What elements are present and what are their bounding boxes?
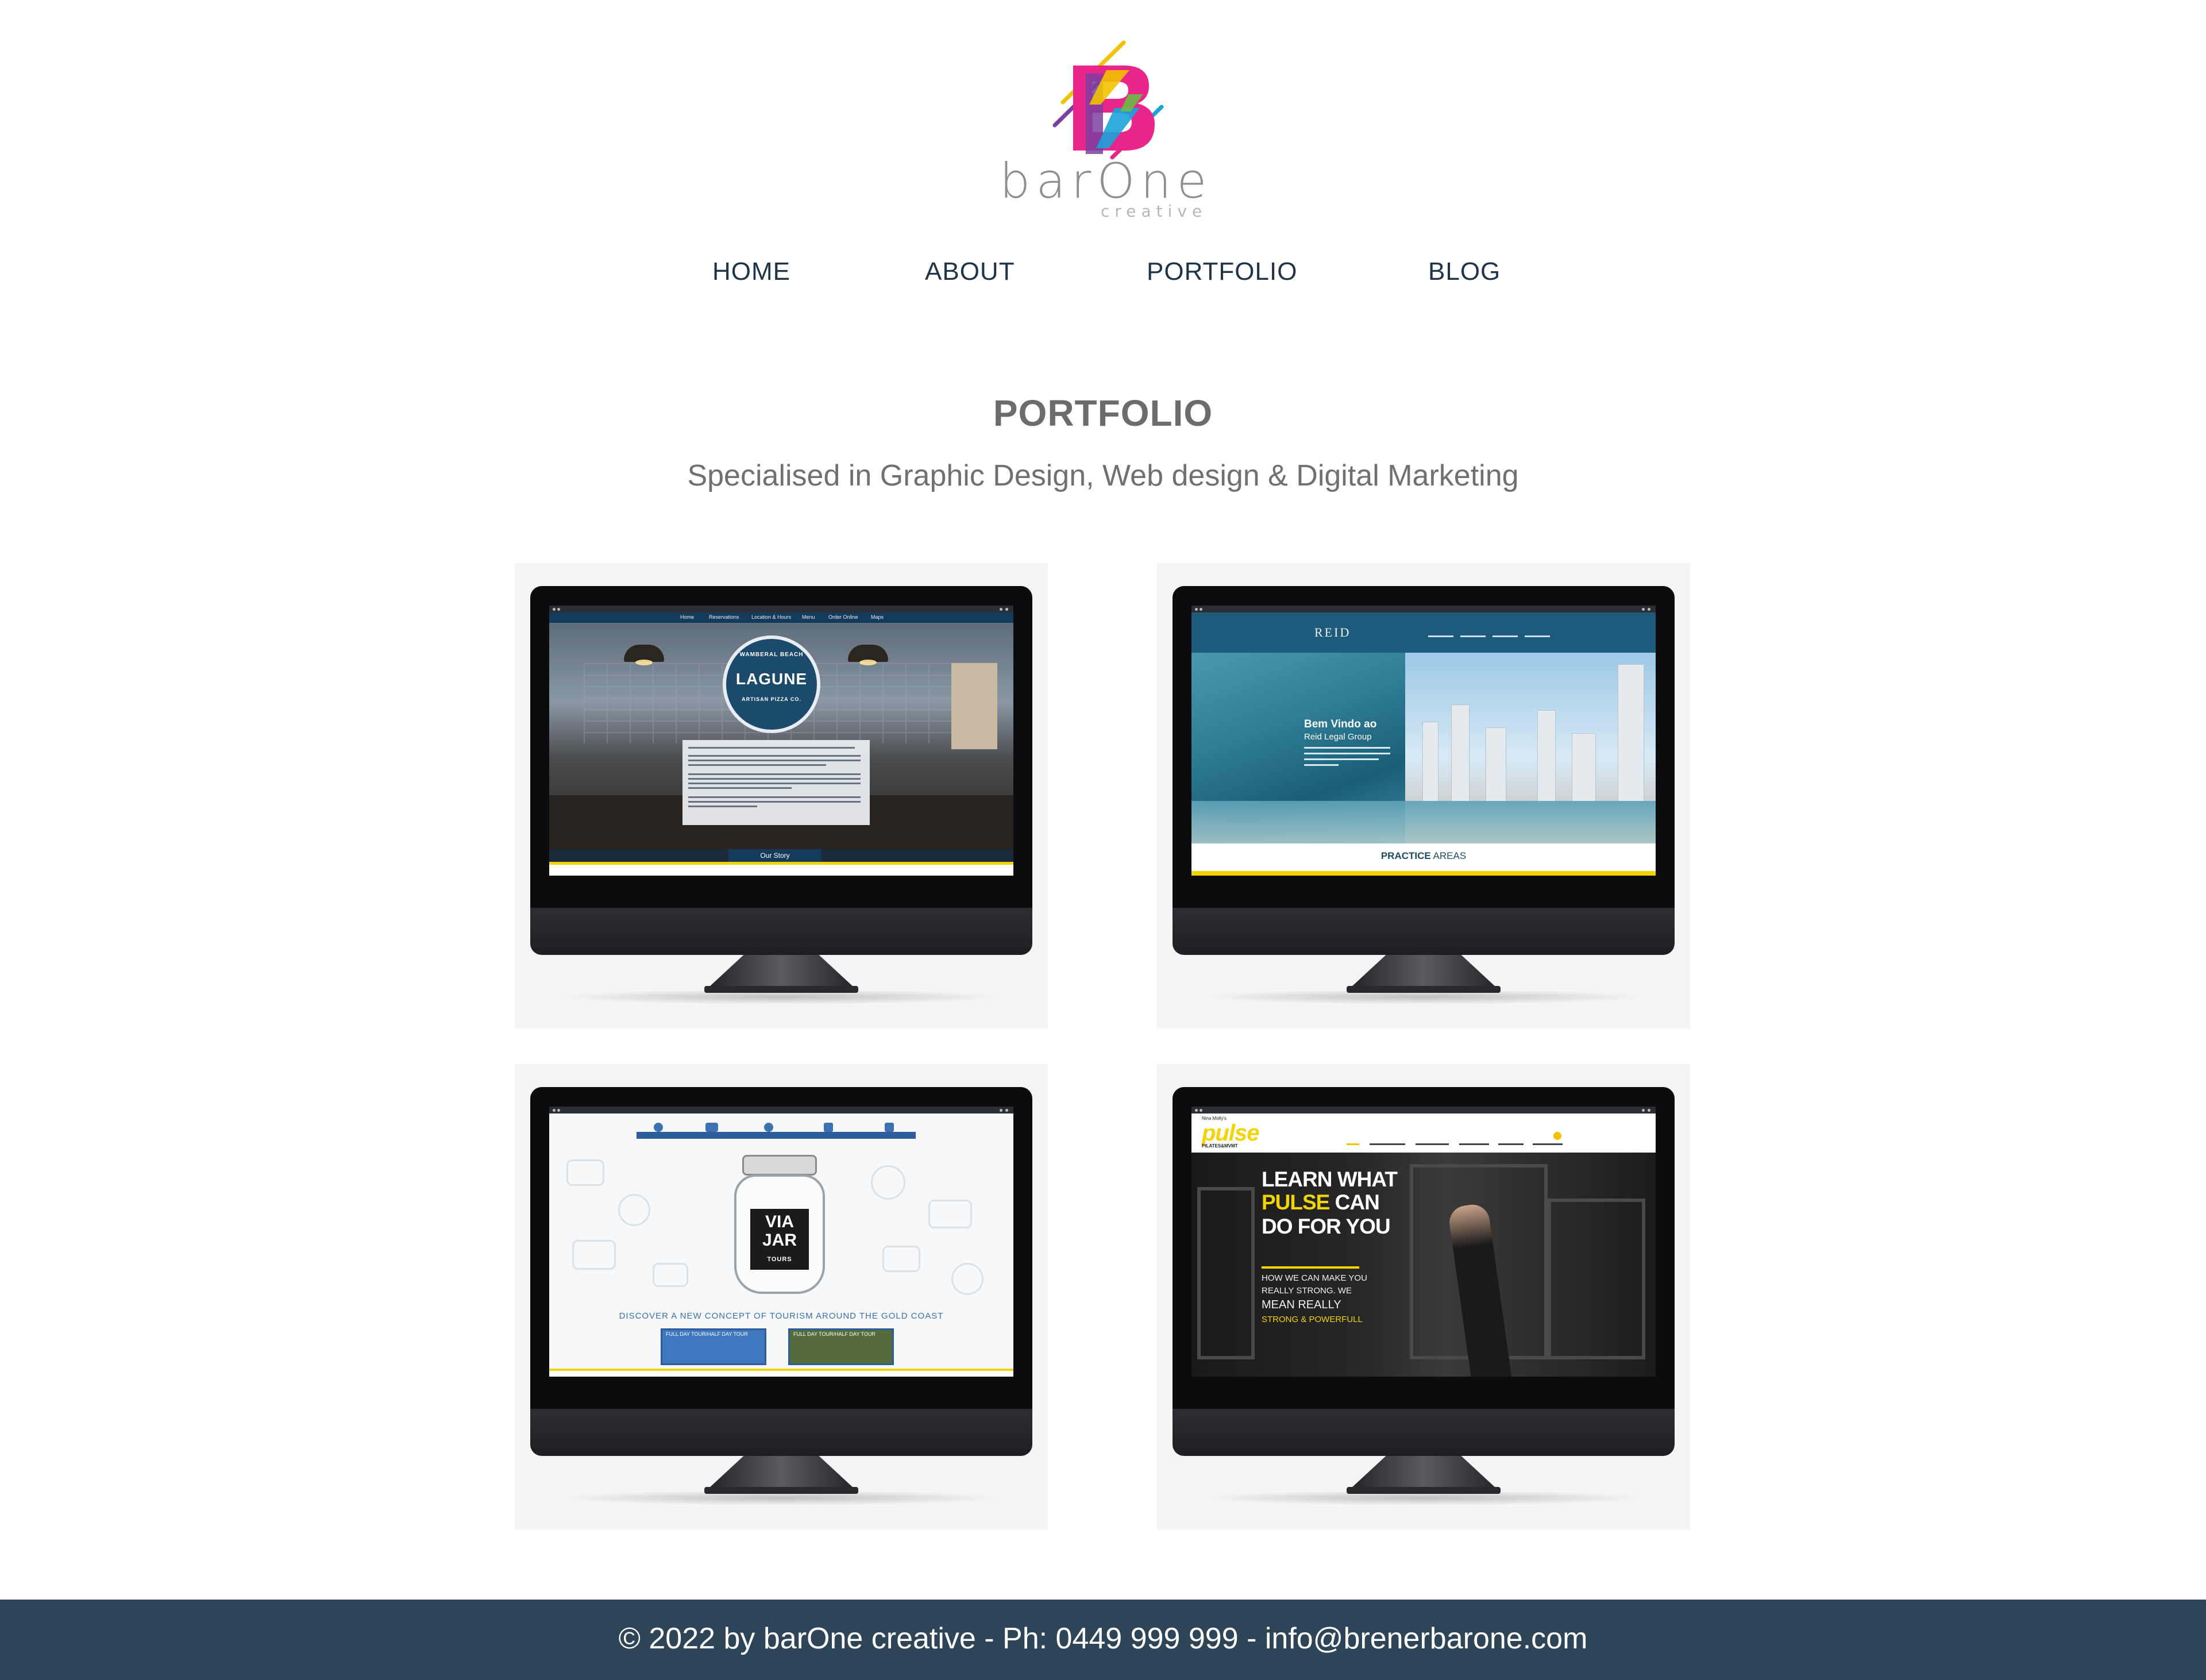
project-screenshot-viajar: VIA JAR TOURS DISCOVER A NEW CONCEPT OF … (549, 1107, 1013, 1377)
brand-mark-icon (1052, 40, 1164, 160)
pulse-header: Nina Molly's pulse PILATES&MVMT (1191, 1113, 1656, 1153)
brand-name: barOne (1000, 153, 1213, 209)
pulse-line: MEAN REALLY (1262, 1298, 1341, 1311)
pulse-brand-sub: PILATES&MVMT (1202, 1143, 1238, 1149)
lagune-nav: Home Reservations Location & Hours Menu … (549, 612, 1013, 623)
page-subtitle: Specialised in Graphic Design, Web desig… (687, 459, 1519, 492)
viajar-tour-card: FULL DAY TOUR/HALF DAY TOUR (788, 1328, 894, 1365)
pulse-headline-2: CAN (1329, 1190, 1380, 1214)
monitor-mockup: VIA JAR TOURS DISCOVER A NEW CONCEPT OF … (515, 1064, 1048, 1529)
viajar-tour-card-title: FULL DAY TOUR/HALF DAY TOUR (666, 1331, 748, 1337)
viajar-tagline: DISCOVER A NEW CONCEPT OF TOURISM AROUND… (619, 1311, 944, 1321)
brand-logo[interactable]: barOne creative (1000, 39, 1212, 223)
reid-heading: Bem Vindo ao (1304, 718, 1377, 730)
reid-subheading: Reid Legal Group (1304, 732, 1372, 742)
viajar-label-line: TOURS (767, 1256, 792, 1263)
viajar-tour-card: FULL DAY TOUR/HALF DAY TOUR (661, 1328, 766, 1365)
lagune-story-button: Our Story (728, 849, 822, 862)
lagune-nav-item: Home (680, 614, 695, 620)
nav-home[interactable]: HOME (712, 257, 790, 286)
reid-practice-strip: PRACTICE AREAS (1191, 843, 1656, 876)
pulse-line: REALLY STRONG. WE (1262, 1286, 1352, 1296)
footer-contact: © 2022 by barOne creative - Ph: 0449 999… (618, 1622, 1588, 1655)
nav-blog[interactable]: BLOG (1428, 257, 1501, 286)
page-title: PORTFOLIO (993, 392, 1213, 434)
project-screenshot-lagune: Home Reservations Location & Hours Menu … (549, 606, 1013, 876)
portfolio-card-pulse[interactable]: Nina Molly's pulse PILATES&MVMT LEARN WH… (1157, 1064, 1690, 1529)
lagune-nav-item: Location & Hours (751, 614, 792, 620)
portfolio-card-lagune[interactable]: Home Reservations Location & Hours Menu … (515, 563, 1048, 1028)
lagune-badge-name: LAGUNE (735, 670, 808, 688)
pulse-headline-brand: PULSE (1262, 1190, 1330, 1214)
pulse-brand: pulse (1202, 1120, 1259, 1146)
portfolio-card-reid[interactable]: REID Bem Vindo ao Reid Legal Group PRACT… (1157, 563, 1690, 1028)
monitor-mockup: Nina Molly's pulse PILATES&MVMT LEARN WH… (1157, 1064, 1690, 1529)
pulse-line-accent: STRONG & POWERFULL (1262, 1315, 1363, 1324)
reid-header: REID (1191, 612, 1656, 653)
reid-logo: REID (1314, 625, 1351, 639)
lagune-nav-item: Order Online (828, 614, 858, 620)
reid-practice-label: PRACTICE (1380, 850, 1431, 861)
main-nav: HOME ABOUT PORTFOLIO BLOG (0, 257, 2206, 292)
pulse-line: HOW WE CAN MAKE YOU (1262, 1273, 1367, 1283)
pulse-headline-3: DO FOR YOU (1262, 1215, 1391, 1238)
brand-subname: creative (1101, 202, 1208, 221)
lagune-nav-item: Menu (802, 614, 815, 620)
lagune-badge-top: WAMBERAL BEACH (739, 652, 804, 658)
site-footer: © 2022 by barOne creative - Ph: 0449 999… (0, 1600, 2206, 1680)
lagune-nav-item: Maps (871, 614, 884, 620)
nav-portfolio[interactable]: PORTFOLIO (1147, 257, 1297, 286)
pulse-headline-1: LEARN WHAT (1262, 1167, 1398, 1191)
monitor-mockup: Home Reservations Location & Hours Menu … (515, 563, 1048, 1028)
lagune-text-panel (682, 740, 870, 825)
project-screenshot-pulse: Nina Molly's pulse PILATES&MVMT LEARN WH… (1191, 1107, 1656, 1377)
monitor-mockup: REID Bem Vindo ao Reid Legal Group PRACT… (1157, 563, 1690, 1028)
lagune-nav-item: Reservations (709, 614, 739, 620)
viajar-jar-label: VIA JAR TOURS (750, 1209, 809, 1270)
reid-areas-label: AREAS (1433, 850, 1467, 861)
viajar-label-line: VIA (765, 1212, 794, 1231)
project-screenshot-reid: REID Bem Vindo ao Reid Legal Group PRACT… (1191, 606, 1656, 876)
portfolio-card-viajar[interactable]: VIA JAR TOURS DISCOVER A NEW CONCEPT OF … (515, 1064, 1048, 1529)
lagune-badge-bottom: ARTISAN PIZZA CO. (742, 696, 801, 702)
viajar-label-line: JAR (762, 1231, 797, 1250)
nav-about[interactable]: ABOUT (925, 257, 1015, 286)
lagune-badge: WAMBERAL BEACH LAGUNE ARTISAN PIZZA CO. (723, 635, 820, 733)
viajar-tour-card-title: FULL DAY TOUR/HALF DAY TOUR (793, 1331, 876, 1337)
